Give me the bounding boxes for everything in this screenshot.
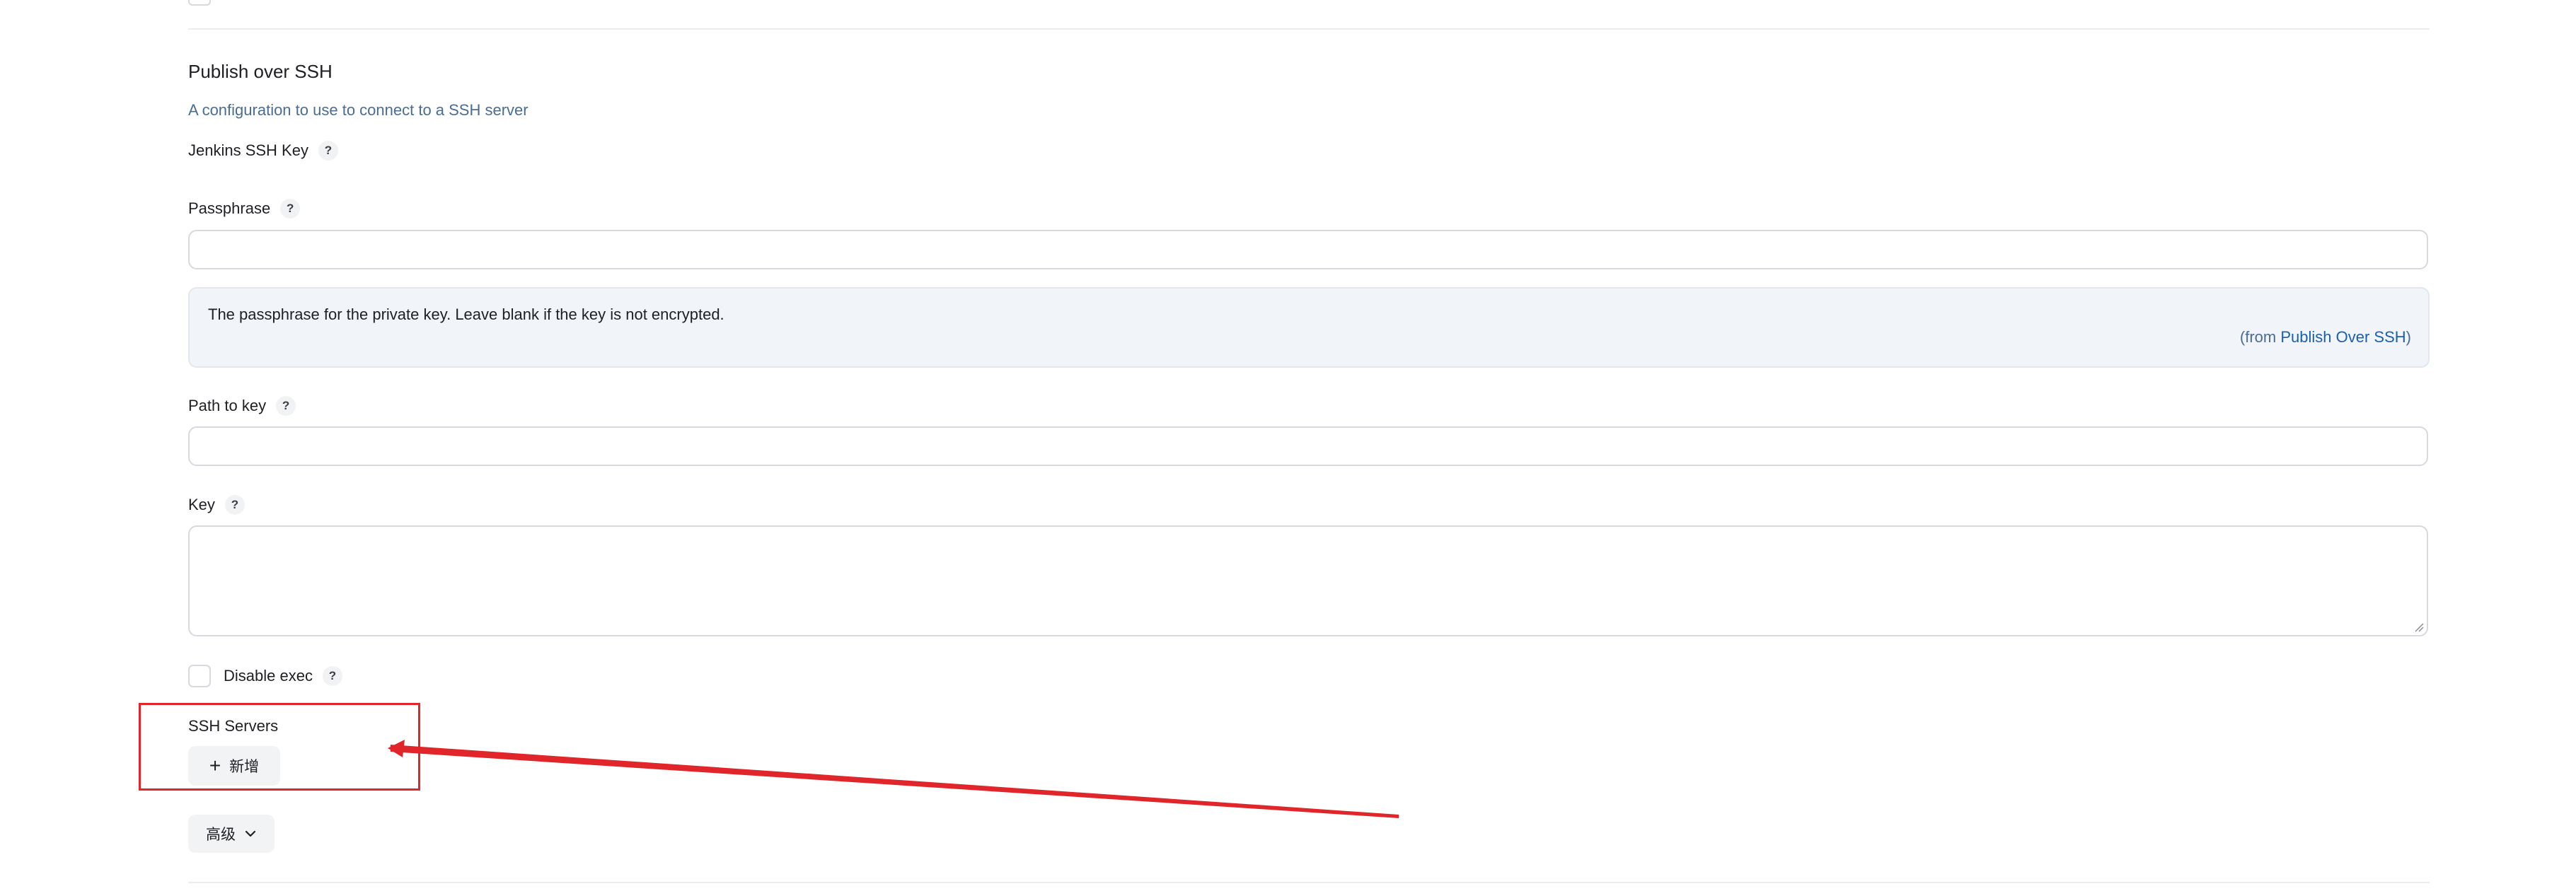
annotation-arrow [388,740,1399,818]
chevron-down-icon [245,830,256,837]
advanced-label: 高级 [206,827,236,843]
section-divider-bottom [188,882,2430,883]
advanced-button[interactable]: 高级 [188,815,275,853]
